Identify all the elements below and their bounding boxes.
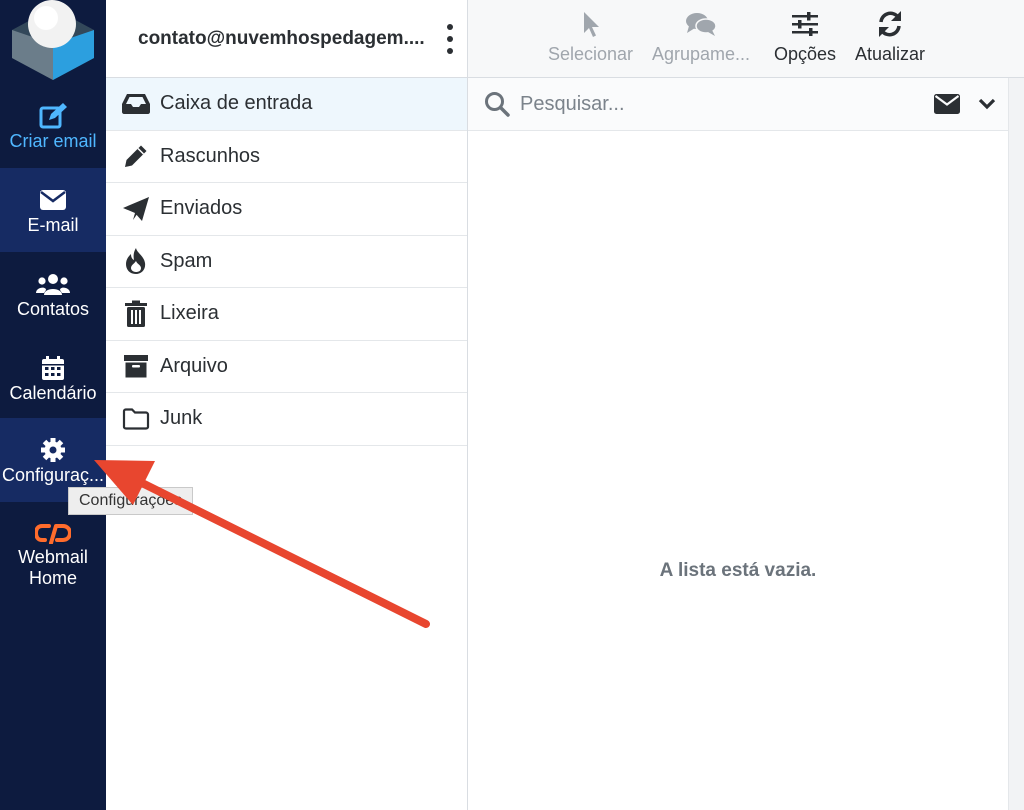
folder-label: Caixa de entrada (160, 92, 313, 115)
nav-compose[interactable]: Criar email (0, 84, 106, 168)
account-email: contato@nuvemhospedagem.... (138, 27, 425, 49)
threads-button[interactable]: Agrupame... (652, 6, 750, 72)
select-label: Selecionar (548, 44, 634, 64)
nav-settings-label: Configuraç... (1, 465, 105, 485)
select-button[interactable]: Selecionar (548, 6, 633, 72)
account-menu-icon[interactable] (445, 24, 455, 54)
folder-label: Spam (160, 249, 213, 272)
sliders-icon (791, 6, 819, 42)
search-scope-envelope-icon[interactable] (934, 94, 960, 114)
folder-label: Enviados (160, 197, 243, 220)
search-bar (468, 78, 1008, 131)
folder-label: Lixeira (160, 302, 219, 325)
refresh-icon (876, 6, 904, 42)
threads-label: Agrupame... (652, 44, 751, 64)
calendar-icon (40, 353, 66, 383)
folder-drafts[interactable]: Rascunhos (106, 131, 467, 183)
cpanel-icon (35, 519, 71, 547)
roundcube-logo[interactable] (0, 0, 106, 84)
folder-list-panel: contato@nuvemhospedagem.... Caixa de ent… (106, 0, 468, 810)
message-toolbar: Selecionar Agrupame... Opções Atualizar (468, 0, 1024, 78)
options-label: Opções (774, 44, 837, 64)
chevron-down-icon[interactable] (978, 97, 996, 111)
nav-email-label: E-mail (27, 215, 79, 235)
account-header: contato@nuvemhospedagem.... (106, 0, 467, 78)
folder-archive[interactable]: Arquivo (106, 341, 467, 393)
fire-icon (120, 247, 152, 275)
envelope-icon (39, 185, 67, 215)
refresh-button[interactable]: Atualizar (855, 6, 925, 72)
nav-contacts[interactable]: Contatos (0, 252, 106, 336)
settings-tooltip: Configurações (68, 487, 194, 515)
folder-sent[interactable]: Enviados (106, 183, 467, 236)
options-button[interactable]: Opções (774, 6, 836, 72)
archive-box-icon (120, 352, 152, 380)
pencil-icon (120, 142, 152, 170)
message-list: A lista está vazia. (468, 131, 1008, 810)
gear-icon (40, 435, 66, 465)
nav-compose-label: Criar email (9, 131, 97, 151)
nav-webmail-home[interactable]: Webmail Home (0, 506, 106, 602)
search-input[interactable] (518, 91, 878, 117)
refresh-label: Atualizar (855, 44, 926, 64)
compose-icon (38, 101, 68, 131)
empty-list-message: A lista está vazia. (659, 560, 817, 581)
folder-icon (120, 405, 152, 433)
nav-calendar[interactable]: Calendário (0, 336, 106, 420)
trash-icon (120, 300, 152, 328)
search-icon[interactable] (484, 91, 510, 117)
nav-webmail-home-label: Webmail Home (18, 547, 88, 588)
nav-calendar-label: Calendário (9, 383, 97, 403)
comments-icon (685, 6, 717, 42)
cursor-pointer-icon (581, 6, 601, 42)
folder-trash[interactable]: Lixeira (106, 288, 467, 341)
inbox-icon (120, 90, 152, 118)
folder-junk[interactable]: Junk (106, 393, 467, 446)
nav-contacts-label: Contatos (16, 299, 90, 319)
nav-email[interactable]: E-mail (0, 168, 106, 252)
folder-label: Arquivo (160, 354, 228, 377)
folder-label: Junk (160, 407, 203, 430)
folder-label: Rascunhos (160, 144, 261, 167)
paper-plane-icon (120, 195, 152, 223)
folder-spam[interactable]: Spam (106, 236, 467, 288)
main-navigation: Criar email E-mail Contatos Calendário C… (0, 0, 106, 810)
folder-inbox[interactable]: Caixa de entrada (106, 78, 467, 131)
scrollbar-track[interactable] (1008, 78, 1024, 810)
users-icon (36, 269, 70, 299)
